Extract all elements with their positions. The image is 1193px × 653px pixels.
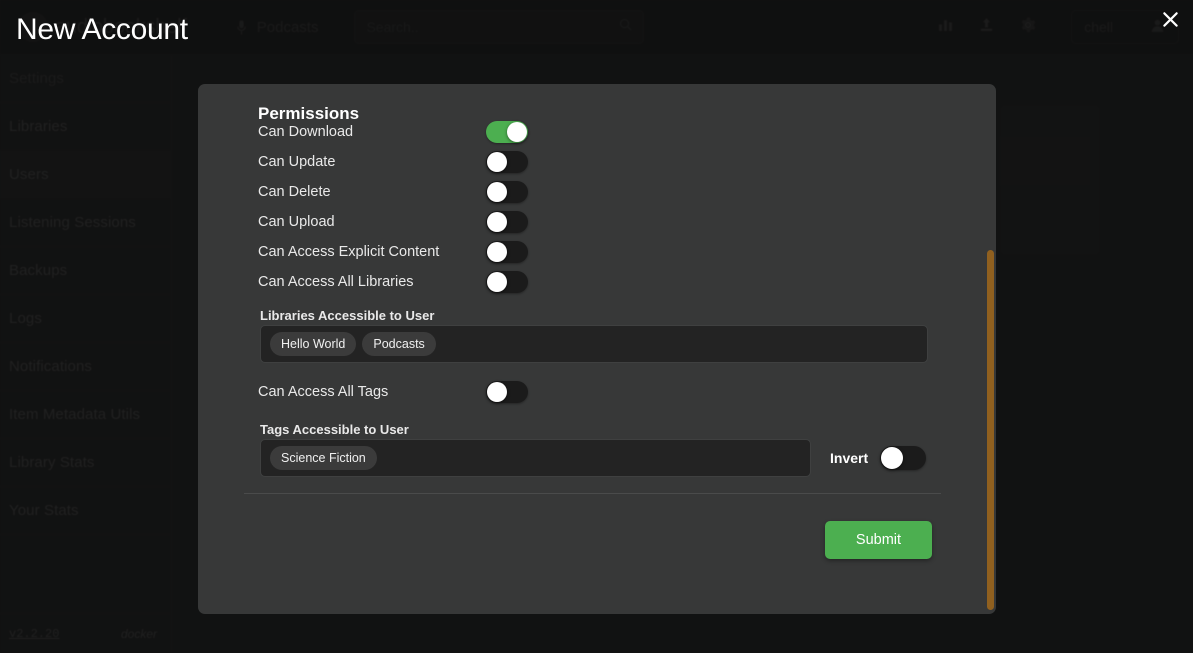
tags-accessible-label: Tags Accessible to User: [260, 422, 409, 437]
permission-row-can-download: Can Download: [258, 117, 528, 147]
toggle-can-upload[interactable]: [486, 211, 528, 233]
toggle-can-access-all-libraries[interactable]: [486, 271, 528, 293]
toggle-knob: [487, 212, 507, 232]
permission-row-can-access-all-libraries: Can Access All Libraries: [258, 267, 528, 297]
tags-accessible-input[interactable]: Science Fiction: [260, 439, 811, 477]
toggle-knob: [487, 272, 507, 292]
new-account-permissions-panel: Permissions Can Download Can Update Can …: [198, 84, 996, 614]
toggle-knob: [487, 182, 507, 202]
permission-row-can-update: Can Update: [258, 147, 528, 177]
toggle-knob: [487, 242, 507, 262]
toggle-can-update[interactable]: [486, 151, 528, 173]
permission-label: Can Access Explicit Content: [258, 244, 440, 260]
toggle-can-access-explicit-content[interactable]: [486, 241, 528, 263]
libraries-accessible-input[interactable]: Hello World Podcasts: [260, 325, 928, 363]
toggle-can-download[interactable]: [486, 121, 528, 143]
permission-row-can-delete: Can Delete: [258, 177, 528, 207]
toggle-can-delete[interactable]: [486, 181, 528, 203]
permission-label: Can Access All Libraries: [258, 274, 414, 290]
toggle-invert[interactable]: [880, 446, 927, 470]
toggle-knob: [507, 122, 527, 142]
toggle-can-access-all-tags[interactable]: [486, 381, 528, 403]
panel-scrollbar[interactable]: [984, 84, 996, 614]
permission-label: Can Access All Tags: [258, 384, 389, 400]
invert-control: Invert: [830, 446, 927, 470]
permission-row-can-access-all-tags: Can Access All Tags: [258, 377, 528, 407]
libraries-accessible-label: Libraries Accessible to User: [260, 308, 435, 323]
form-divider: [244, 493, 941, 494]
library-chip[interactable]: Hello World: [270, 332, 357, 356]
app-root: audiobookshelf Podcasts Search..: [0, 0, 1193, 653]
permission-row-can-access-explicit-content: Can Access Explicit Content: [258, 237, 528, 267]
permission-label: Can Update: [258, 154, 336, 170]
toggle-knob: [487, 382, 507, 402]
close-icon[interactable]: [1155, 4, 1185, 34]
panel-scroll-content: Permissions Can Download Can Update Can …: [198, 84, 996, 614]
invert-label: Invert: [830, 450, 869, 466]
toggle-knob: [487, 152, 507, 172]
library-chip[interactable]: Podcasts: [362, 332, 436, 356]
page-title: New Account: [16, 13, 188, 46]
toggle-knob: [881, 447, 904, 469]
panel-scrollbar-thumb[interactable]: [987, 250, 994, 610]
submit-button[interactable]: Submit: [825, 521, 932, 559]
permission-label: Can Delete: [258, 184, 331, 200]
permission-label: Can Download: [258, 124, 354, 140]
permission-label: Can Upload: [258, 214, 335, 230]
permission-row-can-upload: Can Upload: [258, 207, 528, 237]
tag-chip[interactable]: Science Fiction: [270, 446, 377, 470]
